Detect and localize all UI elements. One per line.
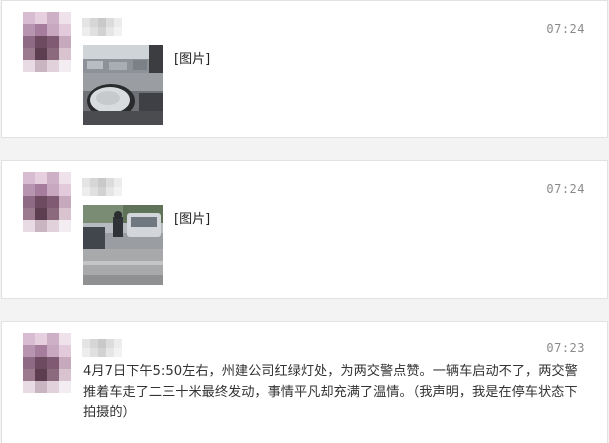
message-text: 4月7日下午5:50左右，州建公司红绿灯处，为两交警点赞。一辆车启动不了，两交警… xyxy=(83,364,578,420)
nickname-blurred xyxy=(82,339,122,357)
avatar[interactable] xyxy=(23,172,71,232)
message-card-1: 07:24 [图片] xyxy=(1,0,608,138)
message-time: 07:23 xyxy=(546,341,585,355)
nickname-blurred xyxy=(82,178,122,196)
message-time: 07:24 xyxy=(546,182,585,196)
avatar[interactable] xyxy=(23,12,71,72)
nickname-blurred xyxy=(82,18,122,36)
image-message-label[interactable]: [图片] xyxy=(174,48,210,67)
photo-traffic-police xyxy=(83,205,163,285)
avatar[interactable] xyxy=(23,333,71,393)
photo-side-mirror xyxy=(83,45,163,125)
image-message-label[interactable]: [图片] xyxy=(174,208,210,227)
message-card-3: 07:23 4月7日下午5:50左右，州建公司红绿灯处，为两交警点赞。一辆车启动… xyxy=(1,321,608,443)
message-photo-thumbnail[interactable] xyxy=(83,45,163,125)
message-time: 07:24 xyxy=(546,22,585,36)
message-photo-thumbnail[interactable] xyxy=(83,205,163,285)
message-card-2: 07:24 [图片] xyxy=(1,160,608,299)
